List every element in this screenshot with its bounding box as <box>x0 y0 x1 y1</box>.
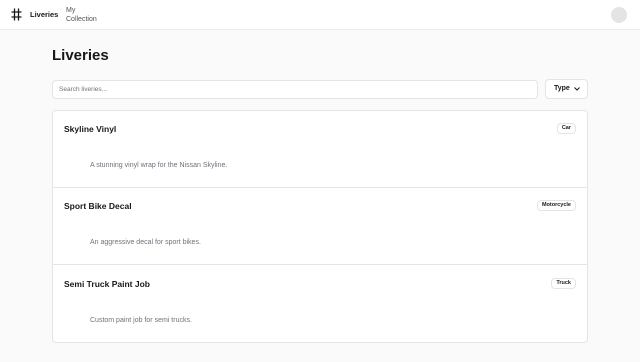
avatar[interactable] <box>611 7 627 23</box>
nav-link-my-collection[interactable]: My Collection <box>66 6 106 24</box>
livery-type-badge: Car <box>556 123 576 134</box>
type-filter-label: Type <box>554 85 570 92</box>
top-nav: Liveries My Collection <box>0 0 640 30</box>
hash-icon[interactable] <box>11 8 22 21</box>
livery-type-badge: Motorcycle <box>536 200 576 211</box>
livery-card[interactable]: Skyline Vinyl Car A stunning vinyl wrap … <box>53 111 587 188</box>
livery-description: Custom paint job for semi trucks. <box>90 317 192 324</box>
livery-title: Sport Bike Decal <box>64 201 132 211</box>
search-input[interactable] <box>52 80 538 99</box>
nav-link-liveries[interactable]: Liveries <box>30 10 58 19</box>
page-title: Liveries <box>52 47 109 64</box>
livery-title: Skyline Vinyl <box>64 124 117 134</box>
livery-description: A stunning vinyl wrap for the Nissan Sky… <box>90 162 228 169</box>
livery-type-badge: Truck <box>551 278 576 289</box>
livery-description: An aggressive decal for sport bikes. <box>90 239 201 246</box>
chevron-down-icon <box>574 87 580 91</box>
livery-title: Semi Truck Paint Job <box>64 279 150 289</box>
type-filter-button[interactable]: Type <box>545 79 588 99</box>
livery-card[interactable]: Semi Truck Paint Job Truck Custom paint … <box>53 266 587 342</box>
livery-card[interactable]: Sport Bike Decal Motorcycle An aggressiv… <box>53 188 587 265</box>
livery-list: Skyline Vinyl Car A stunning vinyl wrap … <box>52 110 588 343</box>
